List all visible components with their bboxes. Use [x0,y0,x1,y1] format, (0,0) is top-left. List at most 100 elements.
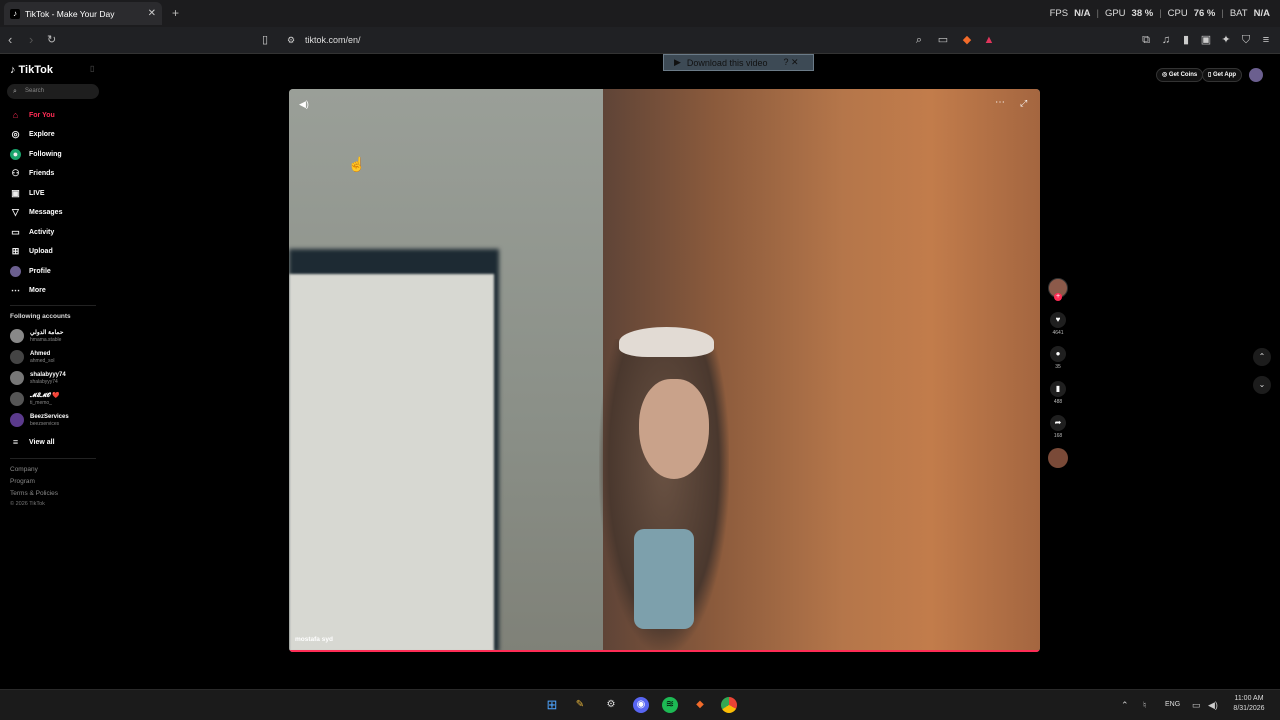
sidebar-divider [10,458,96,459]
sidebar-item-more[interactable]: ⋯ More [10,283,46,297]
play-icon: ▶ [674,57,681,67]
tiktok-logo[interactable]: ♪ TikTok [10,64,53,76]
sidebar-item-following[interactable]: ● Following [10,147,62,161]
footer-link-company[interactable]: Company [10,466,38,473]
upload-icon: ⊞ [11,245,20,256]
live-icon: ▣ [11,187,20,198]
windows-taskbar: ⊞ ✎ ⚙ ◉ ≋ ◆ ⌃ ♮ ENG ▭ ◀) 11:00 AM 8/31/2… [0,689,1280,720]
tray-overflow-icon[interactable]: ⌃ [1121,700,1129,711]
follow-plus-icon[interactable]: + [1054,293,1062,301]
share-count: 168 [1053,433,1063,439]
previous-video-button[interactable]: ⌃ [1253,348,1271,366]
comment-button[interactable]: ● 35 [1049,346,1067,370]
spotify-icon[interactable]: ≋ [662,697,678,713]
zoom-icon[interactable]: ⌕ [913,34,925,46]
address-bar[interactable]: tiktok.com/en/ [305,35,361,45]
windows-start-icon[interactable]: ⊞ [544,697,560,713]
save-count: 488 [1053,399,1063,405]
friends-icon: ⚇ [11,167,20,178]
following-account[interactable]: 𝓜𝓔𝓜𝓞 ❤️ ti_memo_ [10,392,60,406]
volume-tray-icon[interactable]: ◀) [1208,700,1218,711]
browser-tab-bar: ♪ TikTok - Make Your Day ✕ + FPS N/A | GP… [0,0,1280,27]
reload-icon[interactable]: ↻ [47,33,56,47]
banner-controls[interactable]: ? ✕ [783,57,798,68]
forward-icon[interactable]: › [29,33,33,47]
chrome-icon[interactable] [721,697,737,713]
download-video-banner[interactable]: ▶ Download this video ? ✕ [663,54,814,71]
mouse-cursor-icon: ☝ [348,156,366,172]
get-app-button[interactable]: ▯ Get App [1202,68,1243,82]
following-account[interactable]: Ahmed ahmed_sol [10,350,54,364]
music-disc-icon[interactable] [1048,448,1068,468]
following-account[interactable]: BeezServices beezservices [10,413,69,427]
more-icon: ⋯ [11,284,20,295]
cast-icon[interactable]: ▭ [937,34,949,46]
brave-rewards-icon[interactable]: ▲ [983,34,995,46]
collapse-sidebar-icon[interactable]: ▯ [90,64,94,73]
tab-close-icon[interactable]: ✕ [148,8,156,19]
brave-shields-icon[interactable]: ◆ [961,34,973,46]
media-icon[interactable]: ♫ [1160,34,1172,46]
sidebar-item-for-you[interactable]: ⌂ For You [10,108,55,122]
menu-icon[interactable]: ≡ [1260,34,1272,46]
sidebar-item-upload[interactable]: ⊞ Upload [10,244,53,258]
extensions-icon[interactable]: ⧉ [1140,34,1152,46]
activity-icon: ▭ [11,226,20,237]
following-account[interactable]: shalabyyy74 shalabyyy74 [10,371,66,385]
tab-title: TikTok - Make Your Day [25,8,115,19]
sidebar-item-profile[interactable]: Profile [10,264,51,278]
sidebar-item-friends[interactable]: ⚇ Friends [10,166,54,180]
search-icon: ⌕ [13,88,17,95]
like-button[interactable]: ♥ 4641 [1049,312,1067,336]
bookmark-icon[interactable]: ▯ [259,34,271,46]
tiktok-note-icon: ♪ [10,64,16,76]
sidebar-item-explore[interactable]: ◎ Explore [10,127,55,141]
settings-app-icon[interactable]: ⚙ [603,697,619,713]
discord-icon[interactable]: ◉ [633,697,649,713]
leo-ai-icon[interactable]: ✦ [1220,34,1232,46]
following-account[interactable]: حمامة الدولي hmama.stable [10,329,63,343]
browser-tab[interactable]: ♪ TikTok - Make Your Day ✕ [4,2,162,25]
messages-icon: ▽ [12,206,19,217]
download-label: Download this video [686,57,768,68]
wallet-icon[interactable]: ▣ [1200,34,1212,46]
avatar [10,413,24,427]
sidebar-item-messages[interactable]: ▽ Messages [10,205,62,219]
video-player[interactable]: ◀) ⋯ ⤢ mostafa syd [289,89,1040,652]
copyright: © 2026 TikTok [10,501,45,507]
footer-link-program[interactable]: Program [10,478,35,485]
avatar[interactable] [1249,68,1263,82]
video-author[interactable]: mostafa syd [295,636,333,643]
comment-count: 35 [1055,364,1061,370]
next-video-button[interactable]: ⌄ [1253,376,1271,394]
save-button[interactable]: ▮ 488 [1049,381,1067,405]
site-info-icon[interactable]: ⚙ [285,34,297,46]
sidebar-icon[interactable]: ▮ [1180,34,1192,46]
video-progress-bar[interactable] [289,650,1040,652]
get-coins-button[interactable]: ◎ Get Coins [1156,68,1204,82]
search-input[interactable]: ⌕ Search [7,84,99,99]
language-indicator[interactable]: ENG [1165,701,1180,708]
performance-overlay: FPS N/A | GPU 38 % | CPU 76 % | BAT N/A [1049,8,1270,19]
vpn-icon[interactable]: ⛉ [1240,34,1252,46]
brave-browser-icon[interactable]: ◆ [692,697,708,713]
more-options-icon[interactable]: ⋯ [995,97,1005,108]
back-icon[interactable]: ‹ [8,33,12,47]
fullscreen-icon[interactable]: ⤢ [1020,98,1027,109]
heart-icon: ♥ [1050,312,1066,328]
video-frame-person-face [639,379,709,479]
share-button[interactable]: ➦ 168 [1049,415,1067,439]
video-frame-shirt [634,529,694,629]
view-all-link[interactable]: ≡ View all [10,435,55,449]
new-tab-button[interactable]: + [172,6,179,20]
microphone-icon[interactable]: ♮ [1143,700,1146,711]
share-icon: ➦ [1050,415,1066,431]
volume-icon[interactable]: ◀) [299,99,309,110]
profile-icon [10,265,21,277]
sidebar-item-activity[interactable]: ▭ Activity [10,225,54,239]
sidebar-item-live[interactable]: ▣ LIVE [10,186,44,200]
pen-app-icon[interactable]: ✎ [572,697,588,713]
display-icon[interactable]: ▭ [1192,700,1201,711]
footer-link-terms[interactable]: Terms & Policies [10,490,58,497]
system-clock[interactable]: 11:00 AM 8/31/2026 [1226,694,1272,714]
